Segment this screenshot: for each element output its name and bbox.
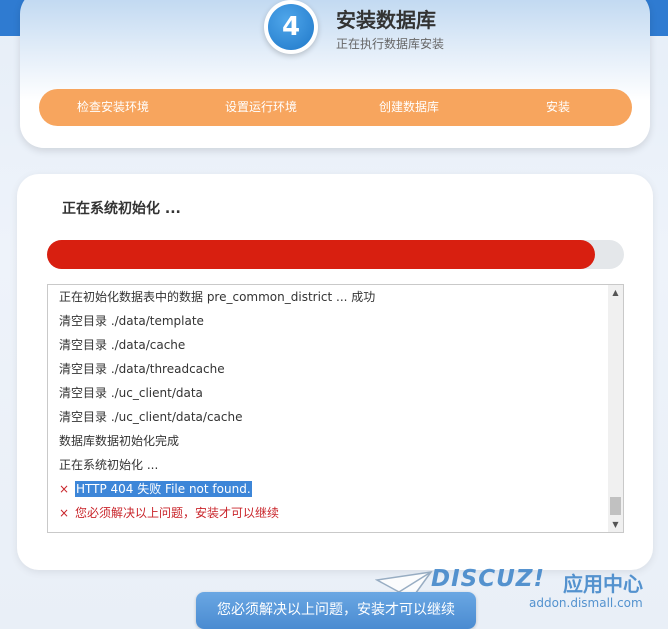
log-line-text: 清空目录 ./data/template xyxy=(59,314,204,328)
log-list: 正在初始化数据表中的数据 pre_common_district ... 成功清… xyxy=(48,285,608,525)
log-scrollbar[interactable]: ▲ ▼ xyxy=(608,285,623,532)
progress-fill xyxy=(47,240,596,269)
content-card: 正在系统初始化 ... 正在初始化数据表中的数据 pre_common_dist… xyxy=(17,174,653,570)
log-line-text: 数据库数据初始化完成 xyxy=(59,434,180,448)
log-error-line: × 您必须解决以上问题，安装才可以继续 xyxy=(48,501,608,525)
steps-bar: 检查安装环境 设置运行环境 创建数据库 安装 xyxy=(39,89,632,126)
log-line-text: HTTP 404 失败 File not found. xyxy=(75,481,252,497)
log-line: 正在初始化数据表中的数据 pre_common_district ... 成功 xyxy=(48,285,608,309)
step-number-badge: 4 xyxy=(264,0,318,54)
scroll-thumb[interactable] xyxy=(610,497,621,515)
step-create-database: 创建数据库 xyxy=(379,100,440,114)
log-line: 数据库数据初始化完成 xyxy=(48,429,608,453)
blocked-continue-button[interactable]: 您必须解决以上问题，安装才可以继续 xyxy=(196,592,476,629)
log-line-text: 清空目录 ./data/threadcache xyxy=(59,362,225,376)
log-line-text: 清空目录 ./uc_client/data/cache xyxy=(59,410,243,424)
scroll-up-arrow-icon[interactable]: ▲ xyxy=(608,285,623,300)
log-line-text: 您必须解决以上问题，安装才可以继续 xyxy=(75,506,280,520)
error-x-icon: × xyxy=(59,482,70,496)
log-line-text: 清空目录 ./data/cache xyxy=(59,338,186,352)
watermark-url: addon.dismall.com xyxy=(529,596,643,610)
log-line: 清空目录 ./uc_client/data/cache xyxy=(48,405,608,429)
watermark-brand: DISCUZ! xyxy=(431,566,545,592)
step-install: 安装 xyxy=(546,100,571,114)
log-line: 清空目录 ./data/threadcache xyxy=(48,357,608,381)
install-log[interactable]: 正在初始化数据表中的数据 pre_common_district ... 成功清… xyxy=(47,284,624,533)
log-line: 清空目录 ./data/cache xyxy=(48,333,608,357)
status-title: 正在系统初始化 ... xyxy=(62,201,181,217)
watermark-brand-cn: 应用中心 xyxy=(563,572,643,596)
log-line-text: 正在系统初始化 ... xyxy=(59,458,159,472)
log-line: 清空目录 ./uc_client/data xyxy=(48,381,608,405)
page-title: 安装数据库 xyxy=(336,8,436,32)
log-error-line: × HTTP 404 失败 File not found. xyxy=(48,477,608,501)
scroll-down-arrow-icon[interactable]: ▼ xyxy=(608,517,623,532)
step-check-environment: 检查安装环境 xyxy=(77,100,150,114)
log-line-text: 正在初始化数据表中的数据 pre_common_district ... 成功 xyxy=(59,290,376,304)
error-x-icon: × xyxy=(59,506,70,520)
step-configure-environment: 设置运行环境 xyxy=(225,100,298,114)
log-line: 清空目录 ./data/template xyxy=(48,309,608,333)
progress-bar xyxy=(47,240,624,269)
log-line: 正在系统初始化 ... xyxy=(48,453,608,477)
page-subtitle: 正在执行数据库安装 xyxy=(336,37,445,51)
step-number: 4 xyxy=(268,4,314,50)
log-line-text: 清空目录 ./uc_client/data xyxy=(59,386,203,400)
